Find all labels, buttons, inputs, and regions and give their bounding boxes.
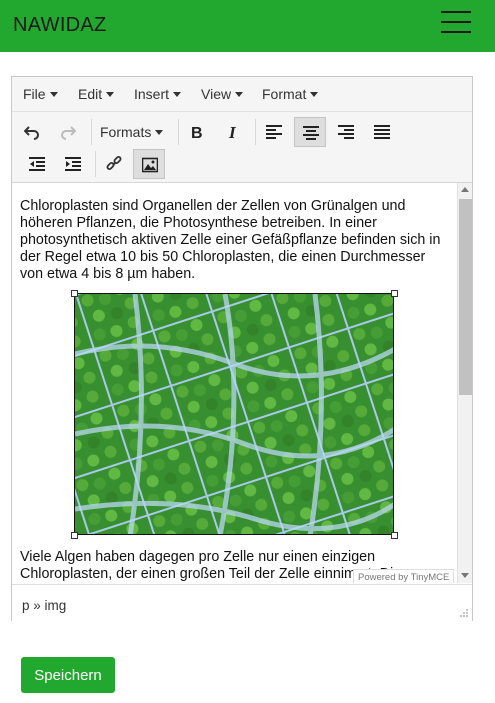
image-icon [142, 157, 158, 173]
align-center-button[interactable] [294, 117, 326, 147]
justify-icon [374, 125, 390, 139]
svg-text:I: I [228, 124, 237, 140]
menu-insert[interactable]: Insert [134, 86, 182, 102]
formats-dropdown[interactable]: Formats [100, 124, 164, 140]
element-path[interactable]: p » img [22, 598, 66, 613]
toolbar-divider [95, 151, 96, 177]
chevron-down-icon [155, 130, 164, 135]
scroll-down-arrow-icon[interactable] [461, 573, 469, 578]
menu-format-label: Format [262, 86, 307, 102]
chloroplast-image[interactable] [74, 293, 394, 535]
toolbar-divider [91, 119, 92, 145]
menu-view-label: View [201, 86, 232, 102]
menu-insert-label: Insert [134, 86, 170, 102]
scrollbar-thumb[interactable] [459, 199, 472, 395]
chevron-down-icon [49, 92, 58, 97]
menu-file[interactable]: File [23, 86, 58, 102]
resize-handle[interactable] [71, 532, 78, 539]
resize-handle[interactable] [391, 532, 398, 539]
scroll-up-arrow-icon[interactable] [461, 187, 469, 192]
align-left-button[interactable] [258, 117, 290, 147]
editor-content-area[interactable]: Chloroplasten sind Organellen der Zellen… [12, 183, 457, 583]
menu-edit-label: Edit [78, 86, 103, 102]
menu-file-label: File [23, 86, 46, 102]
chloroplast-photo-graphic [75, 294, 393, 534]
editor-menubar: File Edit Insert View Format [12, 77, 472, 112]
align-right-icon [338, 125, 354, 139]
formats-label: Formats [100, 124, 152, 140]
bold-icon: B [191, 125, 203, 140]
brand-logo-text[interactable]: NAWIDAZ [13, 14, 107, 37]
align-right-button[interactable] [330, 117, 362, 147]
rich-text-editor: File Edit Insert View Format Formats B I [11, 76, 473, 621]
content-scrollbar[interactable] [457, 183, 472, 583]
italic-icon: I [228, 124, 237, 140]
resize-grip-icon[interactable] [459, 608, 469, 618]
chevron-down-icon [106, 92, 115, 97]
svg-text:B: B [191, 125, 203, 140]
outdent-icon [29, 157, 45, 171]
save-button[interactable]: Speichern [21, 657, 115, 693]
editor-toolbar: Formats B I [12, 112, 472, 183]
align-center-icon [303, 126, 319, 140]
resize-handle[interactable] [391, 290, 398, 297]
justify-button[interactable] [366, 117, 398, 147]
chevron-down-icon [173, 92, 182, 97]
redo-button[interactable] [52, 117, 84, 147]
resize-handle[interactable] [71, 290, 78, 297]
chevron-down-icon [310, 92, 319, 97]
toolbar-divider [255, 119, 256, 145]
editor-statusbar: p » img [12, 584, 472, 621]
hamburger-menu-icon[interactable] [441, 11, 471, 33]
italic-button[interactable]: I [217, 117, 249, 147]
undo-button[interactable] [16, 117, 48, 147]
menu-view[interactable]: View [201, 86, 244, 102]
indent-icon [65, 157, 81, 171]
align-left-icon [266, 125, 282, 139]
link-icon [106, 156, 122, 170]
undo-icon [24, 126, 39, 140]
content-paragraph[interactable]: Chloroplasten sind Organellen der Zellen… [20, 198, 450, 283]
menu-edit[interactable]: Edit [78, 86, 115, 102]
indent-button[interactable] [57, 149, 89, 179]
menu-format[interactable]: Format [262, 86, 319, 102]
bold-button[interactable]: B [181, 117, 213, 147]
chevron-down-icon [235, 92, 244, 97]
insert-image-button[interactable] [133, 149, 165, 179]
link-button[interactable] [98, 149, 130, 179]
redo-icon [61, 126, 76, 140]
powered-by-tinymce-link[interactable]: Powered by TinyMCE [353, 569, 455, 583]
outdent-button[interactable] [21, 149, 53, 179]
toolbar-divider [178, 119, 179, 145]
top-navbar: NAWIDAZ [0, 0, 495, 52]
